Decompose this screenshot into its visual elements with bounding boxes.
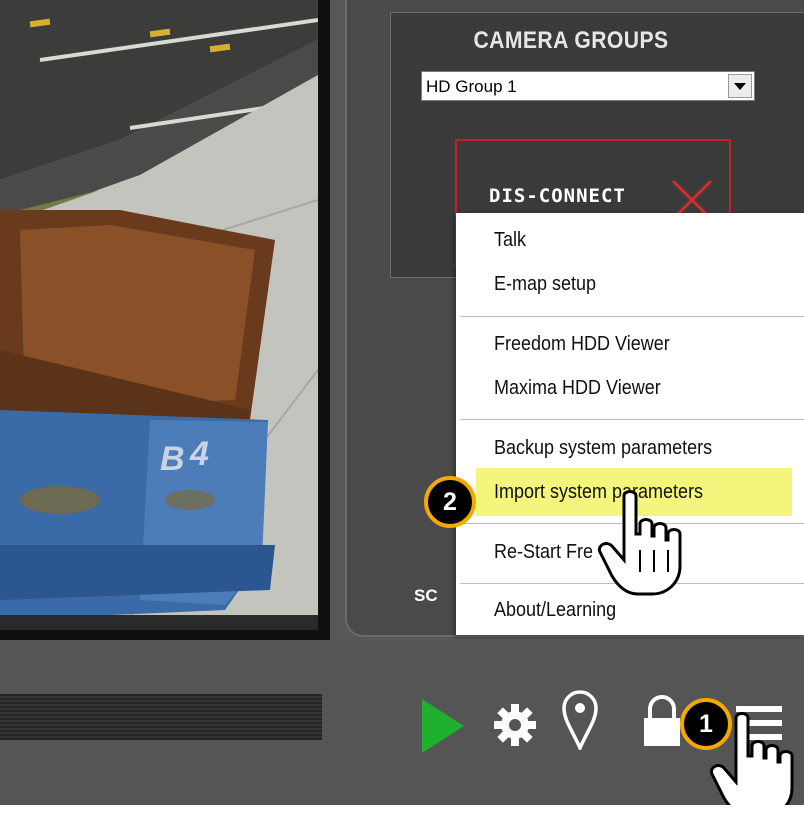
app-window: B 4 CAMERA GROUPS HD Group 1 DIS-CONNECT… <box>0 0 804 805</box>
speaker-grille <box>0 694 322 740</box>
menu-separator <box>460 316 804 317</box>
menu-item-restart[interactable]: Re-Start Fre <box>494 541 593 564</box>
menu-item-freedom-hdd-viewer[interactable]: Freedom HDD Viewer <box>494 333 670 356</box>
hand-cursor-icon <box>597 490 682 596</box>
play-icon[interactable] <box>418 697 466 755</box>
gear-icon[interactable] <box>492 702 538 748</box>
camera-group-select-value: HD Group 1 <box>426 77 517 96</box>
camera-view[interactable]: B 4 <box>0 0 318 630</box>
menu-separator <box>460 419 804 420</box>
menu-item-emap-setup[interactable]: E-map setup <box>494 273 596 296</box>
camera-frame: B 4 <box>0 0 330 640</box>
chevron-down-icon[interactable] <box>728 74 752 98</box>
menu-item-maxima-hdd-viewer[interactable]: Maxima HDD Viewer <box>494 377 661 400</box>
disconnect-label: DIS-CONNECT <box>489 185 626 207</box>
menu-item-about-learning[interactable]: About/Learning <box>494 599 616 622</box>
panel-label-partial: SC <box>414 586 438 605</box>
lock-icon[interactable] <box>642 694 682 748</box>
step-2-badge: 2 <box>424 476 476 528</box>
menu-item-backup-system-parameters[interactable]: Backup system parameters <box>494 437 712 460</box>
camera-group-select[interactable]: HD Group 1 <box>421 71 755 101</box>
menu-item-talk[interactable]: Talk <box>494 229 526 252</box>
location-pin-icon[interactable] <box>562 690 598 750</box>
camera-groups-title: CAMERA GROUPS <box>473 27 669 54</box>
step-1-badge: 1 <box>680 698 732 750</box>
camera-image: B 4 <box>0 0 318 630</box>
svg-text:B: B <box>160 440 185 478</box>
svg-text:4: 4 <box>189 435 209 473</box>
